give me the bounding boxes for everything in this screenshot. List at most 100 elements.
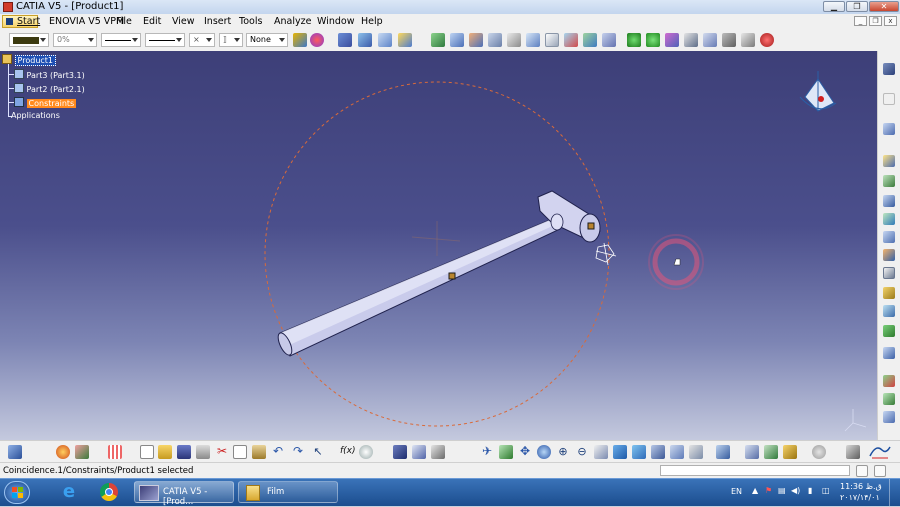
fit-all-icon[interactable] [499,445,513,459]
zoom-out-icon[interactable]: ⊖ [575,445,589,459]
existing-component-icon[interactable] [883,195,895,207]
minimize-button[interactable]: ▁ [823,1,845,12]
new-document-icon[interactable] [140,445,154,459]
catalog-icon[interactable] [431,445,445,459]
taskbar-catia-button[interactable]: CATIA V5 - [Prod... [134,481,234,507]
multi-instantiation-icon[interactable] [883,305,895,317]
zoom-in-icon[interactable]: ⊕ [556,445,570,459]
lever-axis-marker[interactable] [587,222,595,230]
maximize-button[interactable]: ❐ [846,1,868,12]
contact-constraint-icon[interactable] [450,33,464,47]
show-desktop-button[interactable] [889,479,900,506]
normal-view-icon[interactable] [594,445,608,459]
fast-multi-instantiation-icon[interactable] [883,325,895,337]
3d-viewport[interactable]: Product1 Part3 (Part3.1) Part2 (Part2.1)… [0,51,877,440]
graphic-properties-icon[interactable] [310,33,324,47]
battery-icon[interactable]: ▮ [808,486,812,495]
catia-app-icon[interactable] [3,2,13,12]
transparency-select[interactable]: 0% [53,33,97,47]
menu-view[interactable]: View [172,16,195,27]
close-button[interactable]: ✕ [869,1,899,12]
reuse-pattern-icon[interactable] [602,33,616,47]
rod-center-marker[interactable] [448,272,456,280]
grid-icon[interactable] [108,445,122,459]
fly-mode-icon[interactable]: ✈ [480,445,494,459]
whats-this-icon[interactable]: ↖ [311,445,325,459]
generate-numbering-icon[interactable] [883,249,895,261]
command-clear-icon[interactable] [856,465,868,477]
new-product-icon[interactable] [883,155,895,167]
tree-item-applications[interactable]: Applications [11,111,60,120]
doc-close-button[interactable]: x [884,16,897,26]
fix-together-icon[interactable] [526,33,540,47]
pan-view-icon[interactable]: ✥ [518,445,532,459]
print-icon[interactable] [196,445,210,459]
quick-constraint-icon[interactable] [545,33,559,47]
pan-icon[interactable] [646,33,660,47]
fix-component-icon[interactable] [507,33,521,47]
multi-view-icon[interactable] [613,445,627,459]
manage-representations-icon[interactable] [883,287,895,299]
new-component-icon[interactable] [883,123,895,135]
manipulate-icon[interactable] [716,445,730,459]
redo-icon[interactable]: ↷ [291,445,305,459]
menu-enovia[interactable]: ENOVIA V5 VPM [49,16,124,27]
cut-icon[interactable]: ✂ [215,445,229,459]
tray-expand-icon[interactable]: ▲ [752,486,758,495]
flexible-subassembly-icon[interactable] [564,33,578,47]
coincidence-constraint-icon[interactable] [431,33,445,47]
tree-item-part2[interactable]: Part2 (Part2.1) [14,83,85,94]
selective-load-icon[interactable] [883,267,895,279]
design-table-icon[interactable] [412,445,426,459]
knowledge-icon[interactable] [359,445,373,459]
taskbar-film-button[interactable]: Film [238,481,338,503]
render-icon[interactable] [56,445,70,459]
network-icon[interactable]: ▤ [778,486,786,495]
hide-show-icon[interactable] [670,445,684,459]
doc-minimize-button[interactable]: _ [854,16,867,26]
catalog-browser-icon[interactable] [883,63,895,75]
rotate-icon[interactable] [537,445,551,459]
command-input[interactable] [660,465,850,476]
inertia-icon[interactable] [722,33,736,47]
symmetry-icon[interactable] [883,347,895,359]
angle-constraint-icon[interactable] [488,33,502,47]
menu-analyze[interactable]: Analyze [274,16,311,27]
tree-item-constraints[interactable]: Constraints [14,97,77,108]
power-icon[interactable]: ◫ [822,486,830,495]
point-type-select[interactable]: × [189,33,215,47]
menu-insert[interactable]: Insert [204,16,231,27]
copy-icon[interactable] [233,445,247,459]
offset-constraint-icon[interactable] [469,33,483,47]
measure-item-icon[interactable] [703,33,717,47]
menu-tools[interactable]: Tools [239,16,262,27]
explode-icon[interactable] [398,33,412,47]
line-type-select[interactable] [145,33,185,47]
replace-component-icon[interactable] [883,213,895,225]
compass-icon[interactable] [799,71,837,112]
hole-icon[interactable] [883,393,895,405]
open-icon[interactable] [158,445,172,459]
rendering-style-select[interactable]: ⟧ [219,33,243,47]
new-part-icon[interactable] [883,175,895,187]
save-icon[interactable] [177,445,191,459]
scenes-icon[interactable] [75,445,89,459]
language-indicator[interactable]: EN [731,487,742,496]
manipulation-icon[interactable] [358,33,372,47]
measure-icon[interactable] [665,33,679,47]
color-select[interactable] [9,33,49,47]
part3-rod[interactable] [275,218,561,357]
graph-tree-reordering-icon[interactable] [883,231,895,243]
undo-icon[interactable]: ↶ [271,445,285,459]
coincidence-constraint-symbol[interactable] [595,242,617,266]
capture-icon[interactable] [846,445,860,459]
windows-start-button[interactable] [4,481,30,504]
clash-icon[interactable] [741,33,755,47]
paste-icon[interactable] [252,445,266,459]
sectioning-view-icon[interactable] [745,445,759,459]
measure-distance-icon[interactable] [764,445,778,459]
menu-help[interactable]: Help [361,16,383,27]
formula-icon[interactable]: f(x) [340,445,356,459]
line-thickness-select[interactable] [101,33,141,47]
tree-item-part3[interactable]: Part3 (Part3.1) [14,69,85,80]
